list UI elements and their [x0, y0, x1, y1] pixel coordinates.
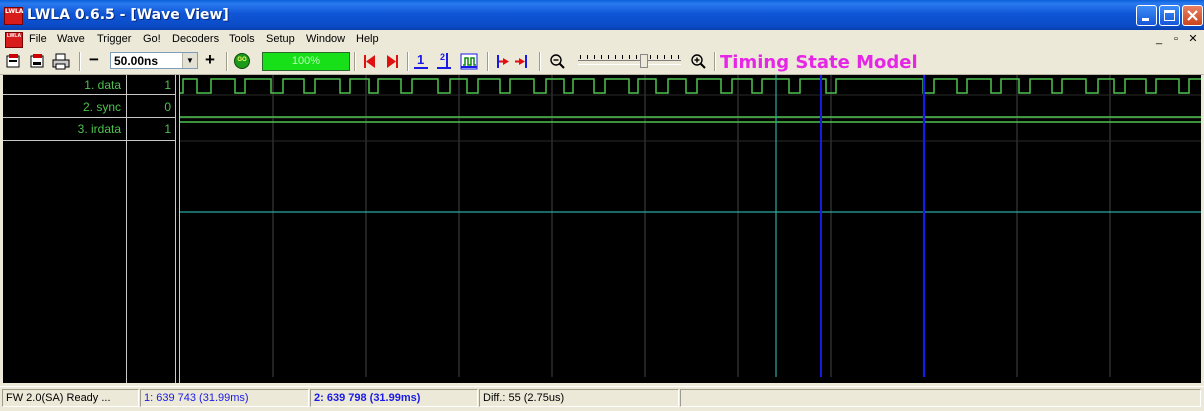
acquisition-progress: 100%	[262, 52, 350, 71]
trace-data	[180, 78, 1201, 94]
close-icon	[1187, 10, 1198, 21]
time-scale-select[interactable]: 50.00ns ▼	[110, 52, 198, 69]
slider-track	[578, 60, 681, 65]
toolbar-separator	[714, 52, 716, 71]
fit-to-window-icon[interactable]	[460, 53, 478, 70]
menu-file[interactable]: File	[29, 33, 47, 45]
zoom-in-button[interactable]: +	[205, 50, 215, 70]
menu-bar: LWLA File Wave Trigger Go! Decoders Tool…	[0, 30, 1204, 49]
signal-value-sync: 0	[164, 100, 171, 114]
status-empty-panel	[680, 389, 1201, 407]
grid-lines	[272, 75, 1111, 377]
chevron-down-icon[interactable]: ▼	[182, 53, 197, 68]
menu-tools[interactable]: Tools	[229, 33, 255, 45]
child-minimize-button[interactable]: _	[1152, 32, 1166, 46]
goto-marker-1-button[interactable]: 1	[414, 52, 430, 71]
print-icon[interactable]	[52, 53, 70, 70]
status-marker-2: 2: 639 798 (31.99ms)	[310, 389, 478, 407]
status-firmware: FW 2.0(SA) Ready ...	[2, 389, 139, 407]
row-divider	[127, 140, 175, 141]
go-icon: GO	[237, 57, 247, 63]
toolbar-separator	[539, 52, 541, 71]
toolbar-separator	[226, 52, 228, 71]
row-divider	[127, 117, 175, 118]
close-button[interactable]	[1182, 5, 1203, 26]
menu-decoders[interactable]: Decoders	[172, 33, 219, 45]
toolbar-separator	[487, 52, 489, 71]
document-icon[interactable]: LWLA	[5, 32, 23, 48]
child-restore-button[interactable]: ▫	[1169, 32, 1183, 46]
marker-2-underline-icon	[437, 67, 451, 69]
zoom-out-button[interactable]: −	[89, 50, 99, 70]
maximize-button[interactable]	[1159, 5, 1180, 26]
save-file-icon[interactable]	[29, 53, 47, 70]
time-scale-value: 50.00ns	[114, 54, 159, 68]
open-file-icon[interactable]	[5, 53, 23, 70]
signal-name-irdata[interactable]: 3. irdata	[3, 122, 121, 136]
menu-window[interactable]: Window	[306, 33, 345, 45]
jump-to-start-icon[interactable]	[361, 53, 379, 70]
goto-marker-2-button[interactable]: 2	[437, 52, 453, 71]
slider-thumb[interactable]	[640, 54, 648, 68]
signal-value-column: 1 0 1	[127, 75, 176, 383]
signal-name-sync[interactable]: 2. sync	[3, 100, 121, 114]
status-bar: FW 2.0(SA) Ready ... 1: 639 743 (31.99ms…	[0, 386, 1204, 411]
menu-help[interactable]: Help	[356, 33, 379, 45]
signal-name-data[interactable]: 1. data	[3, 78, 121, 92]
zoom-slider[interactable]	[576, 49, 684, 73]
signal-name-column: 1. data 2. sync 3. irdata	[3, 75, 127, 383]
row-divider	[127, 94, 175, 95]
toolbar-separator	[407, 52, 409, 71]
marker-1-underline-icon	[414, 67, 428, 69]
row-divider	[3, 140, 126, 141]
marker-2-bar-icon	[446, 53, 448, 67]
status-diff: Diff.: 55 (2.75us)	[479, 389, 679, 407]
toolbar-separator	[79, 52, 81, 71]
menu-setup[interactable]: Setup	[266, 33, 295, 45]
zoom-out-magnifier-icon[interactable]	[549, 53, 567, 70]
set-trigger-left-icon[interactable]	[494, 53, 512, 70]
timing-mode-label: Timing State Model	[720, 52, 918, 73]
minimize-button[interactable]	[1136, 5, 1157, 26]
maximize-icon	[1164, 10, 1175, 21]
menu-wave[interactable]: Wave	[57, 33, 85, 45]
zoom-in-magnifier-icon[interactable]	[690, 53, 708, 70]
progress-text: 100%	[291, 55, 321, 67]
wave-view: 1. data 2. sync 3. irdata 1 0 1	[3, 75, 1201, 383]
menu-trigger[interactable]: Trigger	[97, 33, 131, 45]
toolbar-separator	[354, 52, 356, 71]
toolbar: − 50.00ns ▼ + GO 100% 1 2 Timing State M…	[0, 49, 1204, 75]
set-trigger-right-icon[interactable]	[514, 53, 532, 70]
child-close-button[interactable]: ✕	[1186, 32, 1200, 46]
status-marker-1: 1: 639 743 (31.99ms)	[140, 389, 309, 407]
window-title: LWLA 0.6.5 - [Wave View]	[27, 7, 229, 23]
signal-value-data: 1	[164, 78, 171, 92]
jump-to-end-icon[interactable]	[384, 53, 402, 70]
signal-value-irdata: 1	[164, 122, 171, 136]
horizontal-scrollbar[interactable]	[180, 377, 1201, 383]
minimize-icon	[1142, 18, 1149, 21]
go-button[interactable]: GO	[234, 53, 250, 69]
marker-2-label: 2	[440, 52, 446, 62]
slider-ticks	[580, 55, 680, 59]
menu-go[interactable]: Go!	[143, 33, 161, 45]
marker-1-label: 1	[417, 52, 425, 67]
title-bar: LWLA LWLA 0.6.5 - [Wave View]	[0, 0, 1204, 30]
lwla-app-icon[interactable]: LWLA	[4, 7, 23, 25]
waveform-plot[interactable]	[180, 75, 1201, 383]
row-divider	[3, 94, 126, 95]
row-divider	[3, 117, 126, 118]
